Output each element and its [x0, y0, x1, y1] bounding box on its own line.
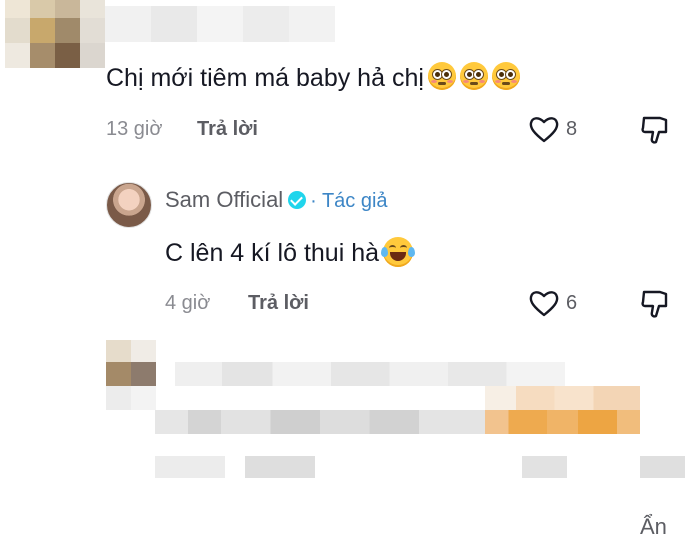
thumbs-down-icon	[641, 290, 668, 318]
dislike-button[interactable]	[640, 114, 670, 146]
reply-like-count: 6	[566, 292, 578, 314]
reply-like-button[interactable]	[528, 288, 560, 318]
reply-text: C lên 4 kí lô thui hà	[165, 237, 416, 268]
author-name[interactable]: Sam Official	[165, 187, 283, 212]
reply-dislike-button[interactable]	[640, 288, 670, 320]
comment-text: Chị mới tiêm má baby hả chị	[106, 62, 520, 93]
reply-reply-button[interactable]: Trả lời	[248, 292, 309, 315]
avatar[interactable]	[106, 182, 152, 228]
reply-button[interactable]: Trả lời	[197, 118, 258, 141]
author-tag: · Tác giả	[310, 190, 388, 212]
flushed-face-icon	[491, 62, 520, 90]
flushed-face-icon	[427, 62, 456, 90]
comment-body: Chị mới tiêm má baby hả chị	[106, 64, 424, 92]
hide-replies-button[interactable]: Ẩn	[640, 514, 667, 540]
reply-body: C lên 4 kí lô thui hà	[165, 239, 380, 267]
verified-badge-icon	[287, 191, 306, 209]
comment-timestamp: 13 giờ	[106, 118, 163, 140]
like-count: 8	[566, 118, 578, 140]
thumbs-down-icon	[641, 116, 668, 144]
like-button[interactable]	[528, 114, 560, 144]
heart-icon	[529, 117, 559, 143]
reply-author-row: Sam Official · Tác giả	[165, 187, 388, 213]
heart-icon	[529, 291, 559, 317]
reply-timestamp: 4 giờ	[165, 292, 211, 314]
face-with-tears-of-joy-icon	[381, 237, 416, 267]
flushed-face-icon	[459, 62, 488, 90]
